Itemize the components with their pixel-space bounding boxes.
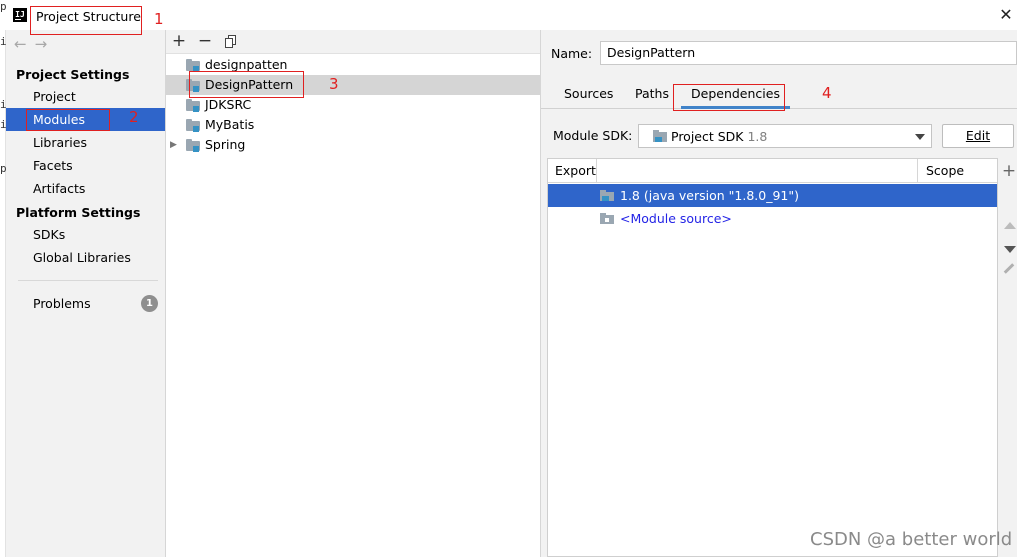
dependency-tools: +: [1000, 158, 1017, 298]
annotation-box: [189, 71, 304, 98]
dependency-name: <Module source>: [620, 211, 732, 226]
sidebar-item-global-libraries[interactable]: Global Libraries: [6, 246, 165, 269]
add-dependency-button[interactable]: +: [1001, 163, 1017, 180]
module-name-field[interactable]: DesignPattern: [600, 41, 1017, 65]
module-tree-item[interactable]: JDKSRC: [166, 95, 540, 115]
move-down-icon[interactable]: [1004, 246, 1016, 253]
edit-sdk-button[interactable]: Edit: [942, 124, 1014, 148]
modules-panel: + − designpatten DesignPattern JDKSRC My…: [166, 30, 541, 557]
watermark: CSDN @a better world: [810, 529, 1013, 550]
intellij-icon: IJ: [13, 8, 27, 22]
sidebar-item-problems[interactable]: Problems 1: [6, 292, 165, 315]
module-folder-icon: [186, 99, 200, 112]
add-module-button[interactable]: +: [169, 31, 189, 51]
edit-label: Edit: [965, 128, 991, 143]
module-tree-item[interactable]: ▶ Spring: [166, 135, 540, 155]
annotation-box: [26, 109, 110, 131]
remove-module-button[interactable]: −: [195, 31, 215, 51]
sdk-folder-icon: [600, 190, 614, 201]
sidebar-item-sdks[interactable]: SDKs: [6, 223, 165, 246]
sidebar-item-project[interactable]: Project: [6, 85, 165, 108]
module-tree-item[interactable]: MyBatis: [166, 115, 540, 135]
annotation-box: [30, 6, 142, 35]
table-header: Export Scope: [548, 159, 997, 183]
move-up-icon[interactable]: [1004, 222, 1016, 229]
sidebar-item-artifacts[interactable]: Artifacts: [6, 177, 165, 200]
expand-arrow-icon[interactable]: ▶: [170, 135, 177, 155]
modules-toolbar: + −: [166, 30, 540, 54]
sdk-folder-icon: [653, 130, 667, 142]
name-label: Name:: [551, 46, 593, 61]
forward-arrow-icon[interactable]: →: [35, 35, 48, 53]
table-row[interactable]: <Module source>: [548, 207, 997, 230]
module-sdk-dropdown[interactable]: Project SDK 1.8: [638, 124, 932, 148]
column-export[interactable]: Export: [548, 159, 597, 182]
dependency-name: 1.8 (java version "1.8.0_91"): [620, 188, 799, 203]
annotation-number: 4: [822, 84, 832, 102]
sidebar-divider: [18, 280, 158, 281]
annotation-number: 2: [129, 108, 139, 126]
section-platform-settings: Platform Settings: [16, 205, 141, 220]
sidebar-item-libraries[interactable]: Libraries: [6, 131, 165, 154]
chevron-down-icon[interactable]: [915, 134, 925, 140]
column-scope[interactable]: Scope: [917, 159, 997, 182]
annotation-number: 3: [329, 75, 339, 93]
module-name: MyBatis: [205, 117, 255, 132]
close-icon[interactable]: ✕: [997, 6, 1015, 24]
module-sdk-label: Module SDK:: [553, 128, 633, 143]
module-name: Spring: [205, 137, 246, 152]
sdk-value: Project SDK: [671, 129, 744, 144]
problems-label: Problems: [33, 296, 91, 311]
history-nav: ← →: [14, 35, 55, 53]
tab-paths[interactable]: Paths: [635, 86, 669, 108]
dependencies-table: Export Scope 1.8 (java version "1.8.0_91…: [547, 158, 998, 557]
sidebar-item-facets[interactable]: Facets: [6, 154, 165, 177]
module-source-folder-icon: [600, 213, 614, 224]
section-project-settings: Project Settings: [16, 67, 130, 82]
module-name: JDKSRC: [205, 97, 252, 112]
edit-pencil-icon[interactable]: [1003, 263, 1015, 274]
module-folder-icon: [186, 59, 200, 72]
table-row[interactable]: 1.8 (java version "1.8.0_91"): [548, 184, 997, 207]
edge-code-char: p: [0, 0, 7, 13]
problems-count-badge: 1: [141, 295, 158, 312]
copy-icon[interactable]: [225, 35, 237, 48]
back-arrow-icon[interactable]: ←: [14, 35, 27, 53]
module-folder-icon: [186, 139, 200, 152]
title-bar: IJ Project Structure ✕: [0, 0, 1017, 30]
annotation-number: 1: [154, 10, 164, 28]
sdk-version: 1.8: [747, 129, 768, 144]
module-folder-icon: [186, 119, 200, 132]
tab-sources[interactable]: Sources: [564, 86, 613, 108]
annotation-box: [673, 84, 785, 111]
